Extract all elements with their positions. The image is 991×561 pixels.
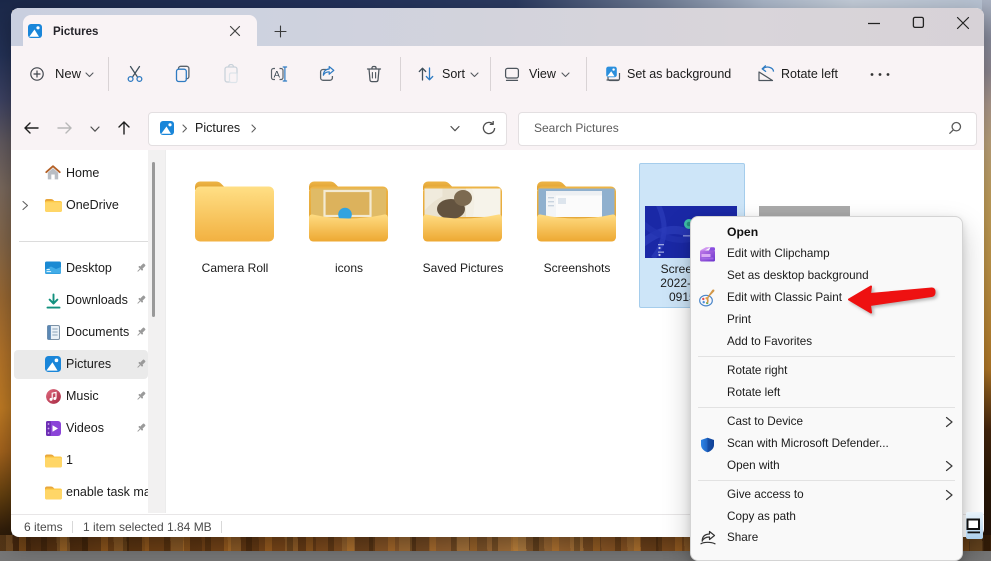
svg-text:A: A	[274, 70, 281, 81]
